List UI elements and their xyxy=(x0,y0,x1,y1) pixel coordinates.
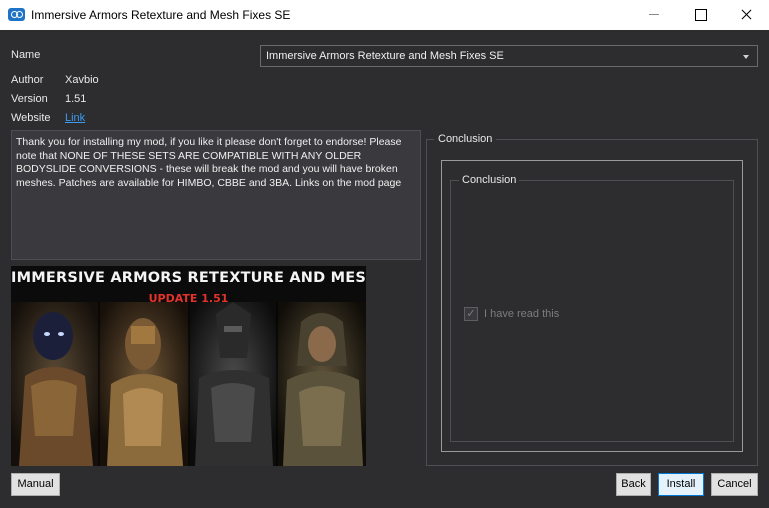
minimize-button[interactable] xyxy=(631,0,677,30)
author-value: Xavbio xyxy=(65,74,99,86)
mod-image-title: IMMERSIVE ARMORS RETEXTURE AND MESH FIXE… xyxy=(11,270,366,286)
mod-image-update-label: UPDATE 1.51 xyxy=(148,292,229,305)
window-title: Immersive Armors Retexture and Mesh Fixe… xyxy=(31,8,291,22)
website-link[interactable]: Link xyxy=(65,112,85,124)
read-confirmation-label[interactable]: I have read this xyxy=(484,308,559,320)
conclusion-inner-group-title: Conclusion xyxy=(459,174,520,186)
website-label: Website xyxy=(11,112,51,124)
name-label: Name xyxy=(11,49,41,61)
name-dropdown[interactable]: Immersive Armors Retexture and Mesh Fixe… xyxy=(260,45,758,67)
cancel-button[interactable]: Cancel xyxy=(711,473,758,496)
description-text: Thank you for installing my mod, if you … xyxy=(11,130,421,260)
mod-organizer-icon xyxy=(8,8,25,21)
title-bar: Immersive Armors Retexture and Mesh Fixe… xyxy=(0,0,769,30)
conclusion-group-title: Conclusion xyxy=(434,133,497,145)
version-value: 1.51 xyxy=(65,93,87,105)
back-button[interactable]: Back xyxy=(616,473,651,496)
mod-preview-image: IMMERSIVE ARMORS RETEXTURE AND MESH FIXE… xyxy=(11,266,366,466)
install-button[interactable]: Install xyxy=(658,473,704,496)
manual-button[interactable]: Manual xyxy=(11,473,60,496)
read-confirmation-checkbox[interactable]: ✓ xyxy=(464,307,478,321)
maximize-button[interactable] xyxy=(677,0,723,30)
name-dropdown-value: Immersive Armors Retexture and Mesh Fixe… xyxy=(266,50,504,62)
version-label: Version xyxy=(11,93,48,105)
close-button[interactable] xyxy=(723,0,769,30)
chevron-down-icon xyxy=(743,55,749,59)
author-label: Author xyxy=(11,74,44,86)
